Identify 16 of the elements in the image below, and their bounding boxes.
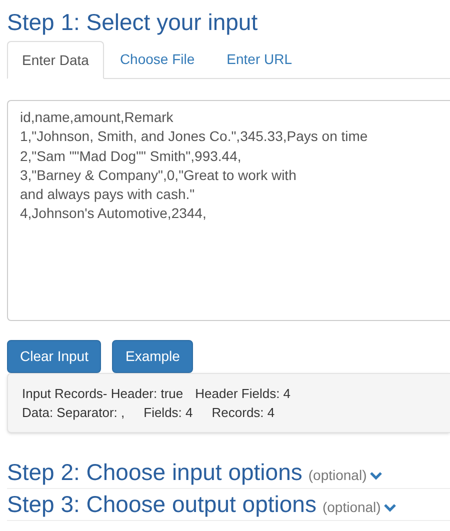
- tab[interactable]: Enter Data: [7, 41, 104, 79]
- tab[interactable]: Choose File: [104, 41, 211, 78]
- section-header[interactable]: Step 3: Choose output options (optional): [7, 489, 450, 521]
- tab[interactable]: Enter URL: [210, 41, 308, 78]
- action-button[interactable]: Example: [112, 340, 193, 373]
- chevron-icon: [370, 471, 382, 480]
- chevron-icon: [384, 503, 396, 512]
- data-input-field[interactable]: id,name,amount,Remark 1,"Johnson, Smith, and Jones Co.",345.33,Pays on time 2,"Sam ""Mad Dog"" Smith",993.44, 3,"Barney & Company",0,"Great to work with and always pays with cash." 4,Johnson's Automotive,2344,: [7, 100, 450, 321]
- action-button[interactable]: Clear Input: [7, 340, 102, 373]
- step-heading: Step 1: Select your input: [7, 8, 259, 36]
- stat-text: Input Records- Header: true: [22, 385, 184, 403]
- stat-text: Data: Separator: ,: [22, 404, 125, 422]
- stat-text: Fields: 4: [144, 404, 193, 422]
- section-header[interactable]: Step 2: Choose input options (optional): [7, 457, 450, 489]
- stat-text: Records: 4: [212, 404, 275, 422]
- stat-text: Header Fields: 4: [195, 385, 291, 403]
